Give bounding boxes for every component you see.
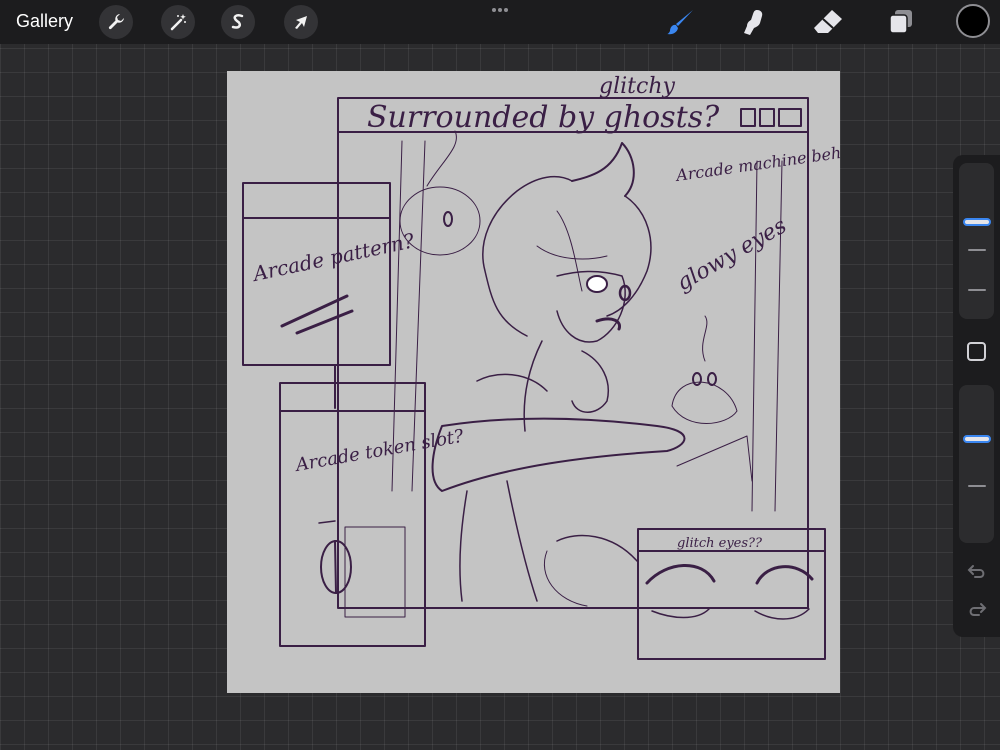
drawing-canvas[interactable]: Surrounded by ghosts? glitchy Arcade pat… — [227, 71, 840, 693]
sketch-slot-note-text: Arcade token slot? — [292, 426, 465, 477]
undo-icon — [967, 565, 985, 578]
transform-button[interactable] — [284, 5, 318, 39]
brush-icon — [667, 10, 693, 35]
ellipsis-icon[interactable] — [490, 6, 510, 14]
sketch-artwork: Surrounded by ghosts? glitchy Arcade pat… — [242, 74, 840, 660]
smudge-finger-icon — [744, 10, 763, 35]
adjustments-button[interactable] — [161, 5, 195, 39]
smudge-tool-button[interactable] — [738, 6, 770, 38]
layers-button[interactable] — [885, 6, 917, 38]
redo-icon — [969, 603, 987, 616]
magic-wand-icon — [170, 14, 186, 31]
modify-button[interactable] — [967, 342, 986, 361]
slider-tick — [968, 249, 986, 251]
selection-s-icon — [231, 14, 244, 29]
brush-size-slider[interactable] — [959, 163, 994, 319]
token-slot-panel-frame — [279, 382, 426, 647]
actions-button[interactable] — [99, 5, 133, 39]
gallery-button[interactable]: Gallery — [16, 11, 73, 32]
sketch-glitch-note-text: glitch eyes?? — [677, 536, 763, 551]
sketch-pattern-note-text: Arcade pattern? — [249, 228, 417, 286]
brush-size-thumb[interactable] — [963, 218, 991, 226]
wrench-icon — [108, 14, 124, 30]
slider-tick — [968, 485, 986, 487]
brush-sidebar — [953, 155, 1000, 637]
sketch-eyes-note-text: glowy eyes — [673, 213, 791, 296]
selection-button[interactable] — [221, 5, 255, 39]
eraser-tool-button[interactable] — [812, 6, 844, 38]
layers-icon — [889, 10, 912, 34]
redo-button[interactable] — [965, 601, 989, 621]
eraser-icon — [814, 10, 842, 33]
top-toolbar: Gallery — [0, 0, 1000, 44]
brush-tool-button[interactable] — [665, 6, 697, 38]
color-swatch-button[interactable] — [956, 4, 990, 38]
sketch-title-note-text: glitchy — [599, 74, 675, 99]
opacity-thumb[interactable] — [963, 435, 991, 443]
sketch-title-text: Surrounded by ghosts? — [367, 100, 720, 135]
opacity-slider[interactable] — [959, 385, 994, 543]
arrow-cursor-icon — [295, 16, 307, 29]
undo-button[interactable] — [965, 563, 989, 583]
slider-tick — [968, 289, 986, 291]
